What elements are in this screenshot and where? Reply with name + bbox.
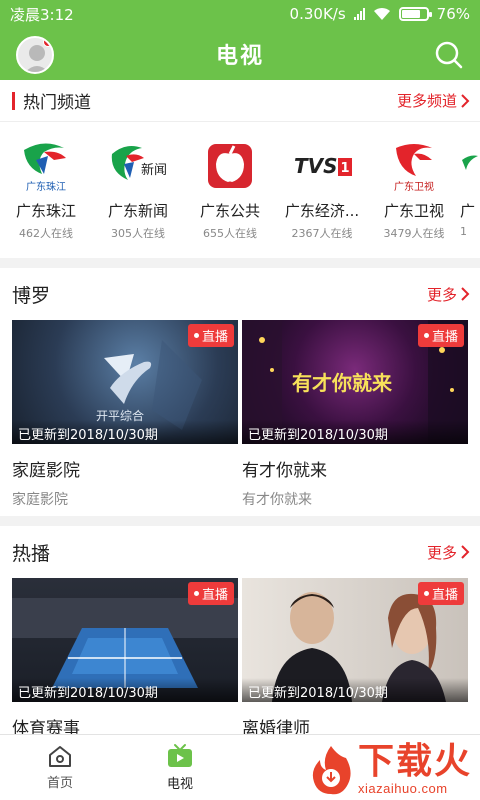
channel-logo: 广东珠江: [14, 138, 78, 194]
channel-item[interactable]: 新闻 广东新闻 305人在线: [92, 138, 184, 258]
live-badge: 直播: [187, 582, 234, 605]
more-link[interactable]: 更多: [427, 284, 470, 305]
program-title: 离婚律师: [242, 719, 310, 734]
status-bar: 凌晨3:12 0.30K/s 76%: [0, 0, 480, 28]
more-channels-link[interactable]: 更多频道: [397, 90, 470, 111]
online-count: 462人在线: [19, 227, 73, 240]
hot-channels-section: 热门频道 更多频道 广东珠江 广东珠江 462人在线 新闻 广东新闻 305人在…: [0, 80, 480, 258]
notification-dot: [43, 38, 52, 47]
section-title: 热门频道: [12, 88, 91, 113]
program-title: 体育赛事: [12, 719, 80, 734]
watermark-url: xiazaihuo.com: [357, 781, 448, 796]
update-label: 已更新到2018/10/30期: [12, 678, 238, 702]
live-badge: 直播: [417, 582, 464, 605]
hot-section: 热播 更多 直播 已更新到2018/10/30期 体育赛事 直播 已更新到201…: [0, 526, 480, 734]
section-title: 博罗: [12, 284, 51, 307]
channel-logo: 广东卫视: [382, 138, 446, 194]
update-label: 已更新到2018/10/30期: [242, 420, 468, 444]
nav-tv[interactable]: 电视: [120, 735, 240, 800]
svg-text:广东卫视: 广东卫视: [394, 180, 434, 193]
channel-name: 广东公共: [199, 202, 260, 220]
boluo-section: 博罗 更多 开平综合 直播 已更新到2018/10/30期 家庭影院 家庭影院: [0, 268, 480, 516]
nav-home-label: 首页: [46, 776, 73, 791]
online-count: 2367人在线: [291, 227, 353, 240]
section-title: 热播: [12, 542, 51, 565]
status-time: 凌晨3:12: [10, 5, 74, 24]
more-label: 更多: [426, 543, 457, 562]
tv-icon: [168, 744, 192, 767]
nav-home[interactable]: 首页: [0, 735, 120, 800]
program-thumbnail: 直播 已更新到2018/10/30期: [242, 578, 468, 702]
program-cards: 开平综合 直播 已更新到2018/10/30期 家庭影院 家庭影院 有才你就来 …: [0, 320, 480, 509]
program-cards: 直播 已更新到2018/10/30期 体育赛事 直播 已更新到2018/10/3…: [0, 578, 480, 734]
hot-channels-header: 热门频道 更多频道: [0, 80, 480, 122]
program-card[interactable]: 直播 已更新到2018/10/30期 体育赛事: [12, 578, 238, 734]
live-badge: 直播: [417, 324, 464, 347]
channel-item[interactable]: 广东卫视 广东卫视 3479人在线: [368, 138, 460, 258]
avatar[interactable]: [16, 36, 54, 74]
channel-name: 广东经济...: [284, 202, 360, 220]
live-badge: 直播: [187, 324, 234, 347]
svg-text:TVS: TVS: [294, 154, 338, 178]
chevron-right-icon: [461, 287, 470, 301]
hot-header: 热播 更多: [0, 526, 480, 578]
program-title: 家庭影院: [12, 461, 80, 481]
battery-icon: [398, 7, 432, 21]
channel-item[interactable]: 广东公共 655人在线: [184, 138, 276, 258]
program-thumbnail: 开平综合 直播 已更新到2018/10/30期: [12, 320, 238, 444]
channel-logo: TVS 1: [290, 138, 354, 194]
battery-level: 76%: [436, 5, 470, 23]
chevron-right-icon: [461, 545, 470, 559]
channel-logo: 新闻: [106, 138, 170, 194]
channel-item[interactable]: TVS 1 广东经济... 2367人在线: [276, 138, 368, 258]
search-icon[interactable]: [434, 40, 464, 70]
channel-logo: [198, 138, 262, 194]
flame-logo-icon: [312, 745, 351, 794]
update-label: 已更新到2018/10/30期: [12, 420, 238, 444]
network-speed: 0.30K/s: [289, 5, 346, 23]
online-count: 305人在线: [111, 227, 165, 240]
more-channels-label: 更多频道: [396, 92, 457, 110]
svg-text:广东珠江: 广东珠江: [26, 180, 66, 193]
watermark-text: 下载火: [357, 741, 472, 782]
chevron-right-icon: [461, 93, 470, 108]
page-title: 电视: [215, 44, 264, 69]
more-link[interactable]: 更多: [427, 542, 470, 563]
channel-name: 广: [460, 202, 476, 220]
channel-item[interactable]: 广东珠江 广东珠江 462人在线: [0, 138, 92, 258]
nav-tv-label: 电视: [166, 777, 193, 792]
signal-icon: [353, 8, 365, 20]
program-thumbnail: 有才你就来 直播 已更新到2018/10/30期: [242, 320, 468, 444]
bottom-nav: 首页 电视 下载火 xiazaihuo.com: [0, 734, 480, 800]
online-count: 655人在线: [203, 227, 257, 240]
svg-text:1: 1: [340, 161, 349, 176]
program-card[interactable]: 直播 已更新到2018/10/30期 离婚律师: [242, 578, 468, 734]
boluo-header: 博罗 更多: [0, 268, 480, 320]
program-card[interactable]: 有才你就来 直播 已更新到2018/10/30期 有才你就来 有才你就来: [242, 320, 468, 509]
channel-name: 广东新闻: [107, 202, 168, 220]
svg-text:有才你就来: 有才你就来: [292, 371, 393, 395]
program-thumbnail: 直播 已更新到2018/10/30期: [12, 578, 238, 702]
update-label: 已更新到2018/10/30期: [242, 678, 468, 702]
program-subtitle: 有才你就来: [242, 492, 312, 508]
program-title: 有才你就来: [242, 461, 327, 481]
watermark: 下载火 xiazaihuo.com: [308, 743, 472, 796]
program-card[interactable]: 开平综合 直播 已更新到2018/10/30期 家庭影院 家庭影院: [12, 320, 238, 509]
more-label: 更多: [426, 285, 457, 304]
online-count: 1: [460, 225, 467, 238]
online-count: 3479人在线: [383, 227, 445, 240]
home-icon: [49, 746, 71, 767]
channel-logo: [460, 138, 480, 194]
channel-item[interactable]: 广 1: [460, 138, 480, 258]
svg-text:新闻: 新闻: [141, 162, 167, 178]
channel-name: 广东珠江: [15, 202, 76, 220]
wifi-icon: [373, 7, 390, 20]
top-app-bar: 电视: [0, 28, 480, 80]
program-subtitle: 家庭影院: [12, 492, 68, 508]
channel-name: 广东卫视: [383, 202, 444, 220]
channel-list: 广东珠江 广东珠江 462人在线 新闻 广东新闻 305人在线 广东公共 655…: [0, 122, 480, 258]
